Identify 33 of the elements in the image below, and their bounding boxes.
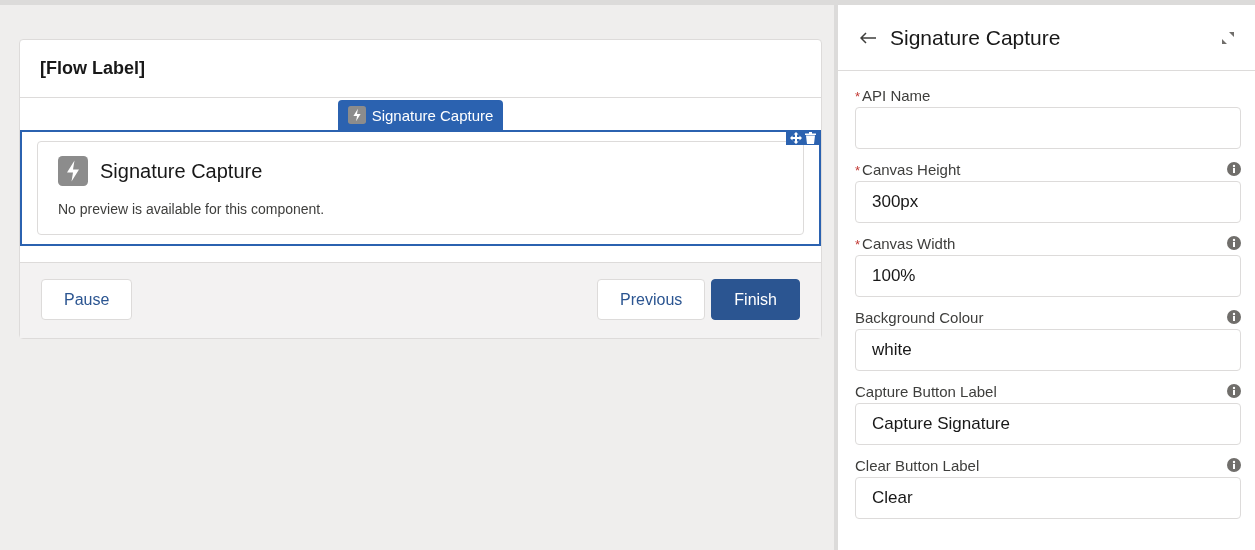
info-icon[interactable] bbox=[1227, 162, 1241, 176]
input-field[interactable] bbox=[855, 107, 1241, 149]
input-field[interactable]: 100% bbox=[855, 255, 1241, 297]
field-label: *API Name bbox=[855, 86, 931, 104]
secondary-button[interactable]: Pause bbox=[41, 279, 133, 320]
tab-label: Signature Capture bbox=[371, 106, 494, 124]
info-icon[interactable] bbox=[1227, 458, 1241, 472]
lightning-icon bbox=[58, 156, 88, 186]
info-icon[interactable] bbox=[1227, 236, 1241, 250]
lightning-icon bbox=[347, 106, 366, 124]
component-tab[interactable]: Signature Capture bbox=[337, 100, 504, 130]
field-label: *Canvas Width bbox=[855, 234, 956, 252]
input-field[interactable]: Capture Signature bbox=[855, 403, 1241, 445]
move-icon[interactable] bbox=[790, 132, 802, 144]
expand-icon[interactable] bbox=[1221, 30, 1235, 45]
input-field[interactable]: Clear bbox=[855, 477, 1241, 519]
field-label: Capture Button Label bbox=[855, 382, 997, 400]
field-label: *Canvas Height bbox=[855, 160, 961, 178]
info-icon[interactable] bbox=[1227, 384, 1241, 398]
trash-icon[interactable] bbox=[805, 132, 816, 144]
component-title: Signature Capture bbox=[100, 159, 263, 183]
preview-message: No preview is available for this component. bbox=[58, 201, 325, 217]
primary-button[interactable]: Finish bbox=[711, 279, 800, 320]
field-label: Clear Button Label bbox=[855, 456, 980, 474]
input-field[interactable]: 300px bbox=[855, 181, 1241, 223]
input-field[interactable]: white bbox=[855, 329, 1241, 371]
info-icon[interactable] bbox=[1227, 310, 1241, 324]
back-arrow-icon[interactable] bbox=[860, 31, 876, 44]
field-label: Background Colour bbox=[855, 308, 984, 326]
flow-title: [Flow Label] bbox=[40, 58, 145, 79]
selected-component[interactable]: Signature Capture No preview is available for this component. bbox=[20, 130, 821, 246]
secondary-button[interactable]: Previous bbox=[597, 279, 706, 320]
panel-title: Signature Capture bbox=[890, 25, 1062, 50]
